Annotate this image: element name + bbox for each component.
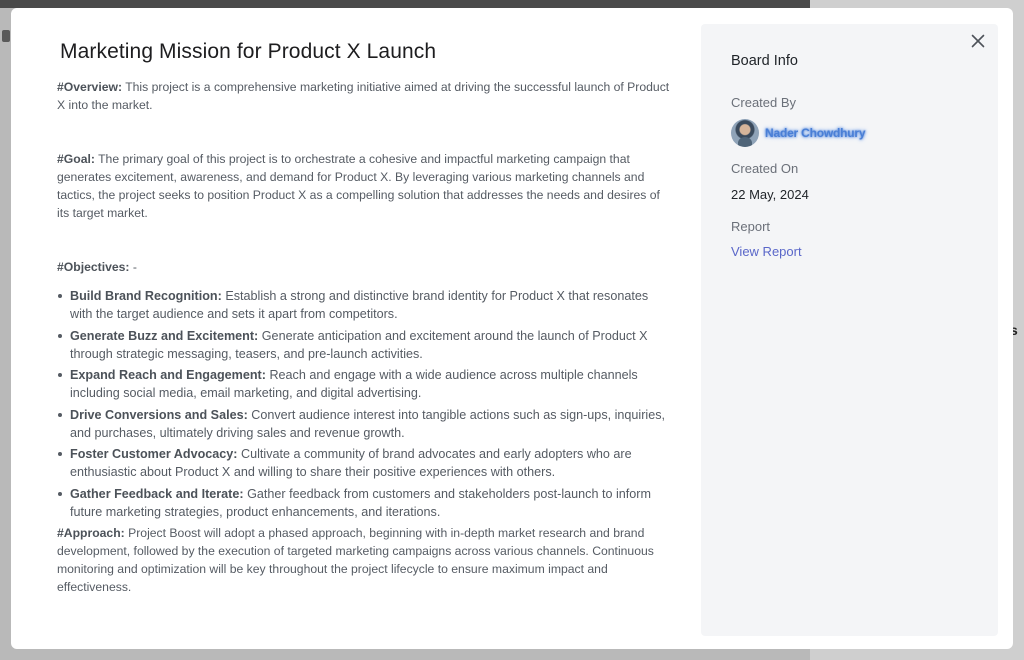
objective-title: Drive Conversions and Sales: — [70, 407, 248, 422]
overview-text: This project is a comprehensive marketin… — [57, 80, 670, 112]
report-label: Report — [731, 219, 771, 234]
objectives-list: Build Brand Recognition: Establish a str… — [57, 287, 673, 521]
view-report-link[interactable]: View Report — [731, 244, 802, 259]
board-info-panel: Board Info Created By Nader Chowdhury Cr… — [701, 24, 998, 636]
created-on-value: 22 May, 2024 — [731, 187, 809, 202]
list-item: Expand Reach and Engagement: Reach and e… — [57, 366, 673, 402]
list-item: Gather Feedback and Iterate: Gather feed… — [57, 485, 673, 521]
goal-label: #Goal: — [57, 152, 95, 166]
goal-paragraph: #Goal: The primary goal of this project … — [57, 150, 673, 222]
backdrop-app-bar — [0, 0, 810, 8]
objectives-suffix: - — [129, 260, 137, 274]
approach-paragraph: #Approach: Project Boost will adopt a ph… — [57, 524, 673, 596]
close-button[interactable] — [966, 29, 990, 53]
overview-paragraph: #Overview: This project is a comprehensi… — [57, 78, 673, 114]
backdrop-element — [2, 30, 10, 42]
avatar — [731, 119, 759, 147]
board-description: Marketing Mission for Product X Launch #… — [11, 8, 701, 649]
overview-label: #Overview: — [57, 80, 123, 94]
page-title: Marketing Mission for Product X Launch — [60, 40, 437, 63]
creator-name: Nader Chowdhury — [765, 126, 866, 140]
approach-label: #Approach: — [57, 526, 125, 540]
board-details-modal: Marketing Mission for Product X Launch #… — [11, 8, 1013, 649]
description-content: #Overview: This project is a comprehensi… — [57, 78, 673, 596]
approach-text: Project Boost will adopt a phased approa… — [57, 526, 654, 594]
goal-text: The primary goal of this project is to o… — [57, 152, 660, 220]
list-item: Generate Buzz and Excitement: Generate a… — [57, 327, 673, 363]
list-item: Build Brand Recognition: Establish a str… — [57, 287, 673, 323]
objectives-label: #Objectives: — [57, 260, 130, 274]
board-info-heading: Board Info — [731, 53, 798, 69]
objective-title: Foster Customer Advocacy: — [70, 447, 238, 461]
created-on-label: Created On — [731, 161, 799, 176]
close-icon — [971, 34, 985, 48]
objective-title: Generate Buzz and Excitement: — [70, 328, 259, 343]
created-by-label: Created By — [731, 95, 797, 110]
objective-title: Build Brand Recognition: — [70, 289, 222, 303]
objective-title: Expand Reach and Engagement: — [70, 368, 266, 382]
objective-title: Gather Feedback and Iterate: — [70, 486, 244, 501]
list-item: Foster Customer Advocacy: Cultivate a co… — [57, 445, 673, 481]
creator: Nader Chowdhury — [731, 118, 866, 148]
list-item: Drive Conversions and Sales: Convert aud… — [57, 406, 673, 442]
objectives-heading: #Objectives: - — [57, 258, 673, 276]
